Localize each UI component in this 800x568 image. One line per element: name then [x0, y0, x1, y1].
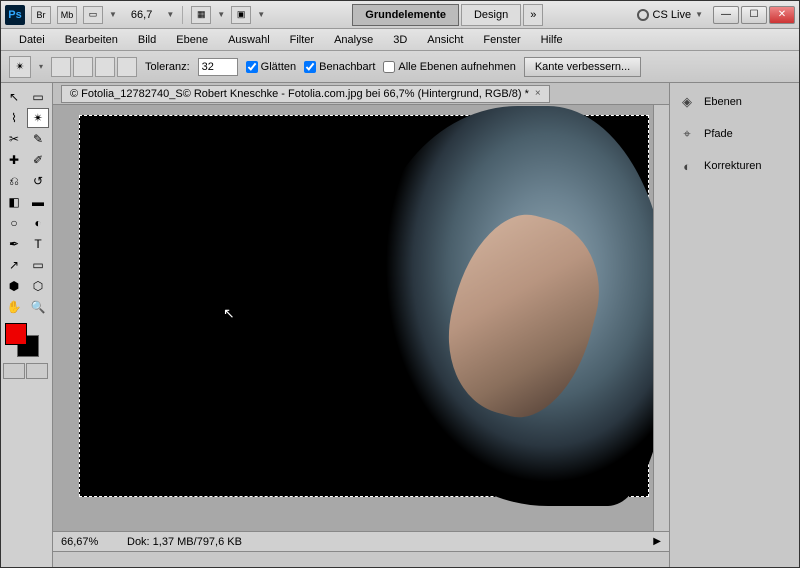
paths-icon: ⌖ — [678, 125, 696, 143]
brush-tool[interactable]: ✐ — [27, 150, 49, 170]
color-swatches[interactable] — [3, 323, 50, 359]
selection-new-icon[interactable] — [51, 57, 71, 77]
cs-live-button[interactable]: CS Live ▼ — [631, 7, 709, 23]
move-tool[interactable]: ↖ — [3, 87, 25, 107]
menu-bar: Datei Bearbeiten Bild Ebene Auswahl Filt… — [1, 29, 799, 51]
kante-verbessern-button[interactable]: Kante verbessern... — [524, 57, 641, 77]
panel-label: Pfade — [704, 128, 733, 140]
document-tab[interactable]: © Fotolia_12782740_S© Robert Kneschke - … — [61, 85, 550, 103]
workspace-more[interactable]: » — [523, 4, 543, 26]
vertical-scrollbar[interactable] — [653, 105, 669, 531]
benachbart-checkbox[interactable]: Benachbart — [304, 61, 375, 73]
type-tool[interactable]: T — [27, 234, 49, 254]
chevron-down-icon[interactable]: ▼ — [217, 10, 225, 19]
magic-wand-tool[interactable]: ✴ — [27, 108, 49, 128]
menu-filter[interactable]: Filter — [280, 31, 324, 49]
cs-live-icon — [637, 9, 649, 21]
eyedropper-tool[interactable]: ✎ — [27, 129, 49, 149]
current-tool-icon[interactable]: ✴ — [9, 56, 31, 78]
status-doc-info[interactable]: Dok: 1,37 MB/797,6 KB — [127, 536, 242, 548]
screen-mode-button[interactable]: ▣ — [231, 6, 251, 24]
panel-dock: ◈ Ebenen ⌖ Pfade ◐ Korrekturen — [669, 83, 799, 567]
status-bar: 66,67% Dok: 1,37 MB/797,6 KB ▶ — [53, 531, 669, 551]
image-content — [368, 116, 648, 498]
marquee-tool[interactable]: ▭ — [27, 87, 49, 107]
cursor-icon: ↖ — [223, 305, 235, 322]
maximize-button[interactable]: ☐ — [741, 6, 767, 24]
close-tab-icon[interactable]: × — [535, 88, 541, 99]
chevron-down-icon: ▼ — [695, 10, 703, 19]
menu-bearbeiten[interactable]: Bearbeiten — [55, 31, 128, 49]
canvas[interactable] — [79, 115, 649, 497]
path-select-tool[interactable]: ↗ — [3, 255, 25, 275]
dodge-tool[interactable]: ◐ — [27, 213, 49, 233]
status-arrow-icon[interactable]: ▶ — [653, 536, 661, 547]
options-bar: ✴ ▾ Toleranz: Glätten Benachbart Alle Eb… — [1, 51, 799, 83]
shape-tool[interactable]: ▭ — [27, 255, 49, 275]
canvas-area[interactable]: ↖ — [53, 105, 669, 531]
stamp-tool[interactable]: ⎌ — [3, 171, 25, 191]
adjustments-icon: ◐ — [678, 157, 696, 175]
selection-subtract-icon[interactable] — [95, 57, 115, 77]
3d-camera-tool[interactable]: ⬡ — [27, 276, 49, 296]
foreground-color-swatch[interactable] — [5, 323, 27, 345]
arrange-button[interactable]: ▦ — [191, 6, 211, 24]
panel-pfade[interactable]: ⌖ Pfade — [674, 119, 795, 149]
screen-mode-toggle[interactable] — [26, 363, 48, 379]
history-brush-tool[interactable]: ↺ — [27, 171, 49, 191]
menu-datei[interactable]: Datei — [9, 31, 55, 49]
layers-icon: ◈ — [678, 93, 696, 111]
chevron-down-icon[interactable]: ▼ — [166, 10, 174, 19]
close-button[interactable]: ✕ — [769, 6, 795, 24]
gradient-tool[interactable]: ▬ — [27, 192, 49, 212]
document-tab-bar: © Fotolia_12782740_S© Robert Kneschke - … — [53, 83, 669, 105]
panel-label: Ebenen — [704, 96, 742, 108]
lasso-tool[interactable]: ⌇ — [3, 108, 25, 128]
toolbox: ↖ ▭ ⌇ ✴ ✂ ✎ ✚ ✐ ⎌ ↺ ◧ ▬ ○ ◐ ✒ T ↗ ▭ ⬢ ⬡ — [1, 83, 53, 567]
alle-ebenen-checkbox[interactable]: Alle Ebenen aufnehmen — [383, 61, 515, 73]
eraser-tool[interactable]: ◧ — [3, 192, 25, 212]
pen-tool[interactable]: ✒ — [3, 234, 25, 254]
minimize-button[interactable]: — — [713, 6, 739, 24]
menu-fenster[interactable]: Fenster — [473, 31, 530, 49]
toleranz-label: Toleranz: — [145, 61, 190, 73]
hand-tool[interactable]: ✋ — [3, 297, 25, 317]
menu-bild[interactable]: Bild — [128, 31, 166, 49]
cs-live-label: CS Live — [653, 9, 692, 21]
minibridge-button[interactable]: Mb — [57, 6, 77, 24]
menu-3d[interactable]: 3D — [383, 31, 417, 49]
chevron-down-icon[interactable]: ▼ — [257, 10, 265, 19]
healing-tool[interactable]: ✚ — [3, 150, 25, 170]
status-zoom[interactable]: 66,67% — [61, 536, 115, 548]
blur-tool[interactable]: ○ — [3, 213, 25, 233]
glaetten-checkbox[interactable]: Glätten — [246, 61, 296, 73]
menu-analyse[interactable]: Analyse — [324, 31, 383, 49]
menu-hilfe[interactable]: Hilfe — [531, 31, 573, 49]
zoom-display[interactable]: 66,7 — [123, 9, 160, 21]
title-bar: Ps Br Mb ▭ ▼ 66,7 ▼ ▦ ▼ ▣ ▼ Grundelement… — [1, 1, 799, 29]
workspace-design[interactable]: Design — [461, 4, 521, 26]
quick-mask-toggle[interactable] — [3, 363, 25, 379]
view-extras-button[interactable]: ▭ — [83, 6, 103, 24]
crop-tool[interactable]: ✂ — [3, 129, 25, 149]
panel-label: Korrekturen — [704, 160, 761, 172]
menu-auswahl[interactable]: Auswahl — [218, 31, 280, 49]
photoshop-logo-icon: Ps — [5, 5, 25, 25]
chevron-down-icon[interactable]: ▾ — [39, 62, 43, 71]
bridge-button[interactable]: Br — [31, 6, 51, 24]
panel-korrekturen[interactable]: ◐ Korrekturen — [674, 151, 795, 181]
workspace-grundelemente[interactable]: Grundelemente — [352, 4, 459, 26]
horizontal-scrollbar[interactable] — [53, 551, 669, 567]
selection-add-icon[interactable] — [73, 57, 93, 77]
selection-intersect-icon[interactable] — [117, 57, 137, 77]
menu-ansicht[interactable]: Ansicht — [417, 31, 473, 49]
3d-tool[interactable]: ⬢ — [3, 276, 25, 296]
document-tab-title: © Fotolia_12782740_S© Robert Kneschke - … — [70, 88, 529, 100]
panel-ebenen[interactable]: ◈ Ebenen — [674, 87, 795, 117]
menu-ebene[interactable]: Ebene — [166, 31, 218, 49]
zoom-tool[interactable]: 🔍 — [27, 297, 49, 317]
toleranz-input[interactable] — [198, 58, 238, 76]
chevron-down-icon[interactable]: ▼ — [109, 10, 117, 19]
